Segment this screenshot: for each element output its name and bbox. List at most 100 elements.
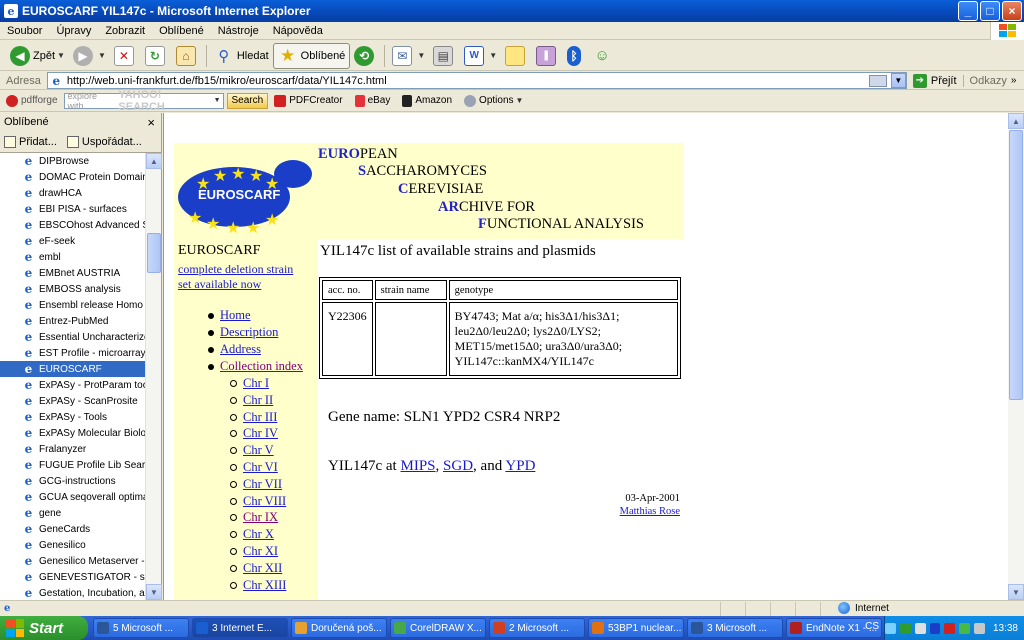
edit-button[interactable]: W ▼ (460, 43, 501, 69)
chromosome-link[interactable]: Chr VII (243, 477, 282, 492)
bluetooth-button[interactable]: ᛒ (563, 43, 588, 69)
favorites-button[interactable]: ★ Oblíbené (272, 42, 351, 69)
address-dropdown-button[interactable]: ▼ (890, 73, 906, 88)
list-item[interactable]: e EUROSCARF (0, 361, 145, 377)
options-button[interactable]: Options ▼ (458, 94, 529, 107)
chromosome-link[interactable]: Chr XII (243, 561, 282, 576)
organize-favorites-button[interactable]: Uspořádat... (66, 135, 142, 148)
page-scrollbar[interactable]: ▲ ▼ (1008, 113, 1024, 600)
yahoo-search-input[interactable]: explore with YAHOO! SEARCH ▼ (63, 89, 224, 113)
nav-description-link[interactable]: Description (220, 325, 278, 340)
list-item[interactable]: e ExPASy - ScanProsite (0, 393, 145, 409)
search-button[interactable]: ⚲ Hledat (210, 43, 273, 69)
list-item[interactable]: e embl (0, 249, 145, 265)
back-button[interactable]: ◀ Zpět ▼ (6, 43, 69, 69)
list-item[interactable]: e gene (0, 505, 145, 521)
scrollbar-thumb[interactable] (1009, 130, 1023, 400)
list-item[interactable]: e ExPASy - ProtParam tool (0, 377, 145, 393)
mail-button[interactable]: ✉ ▼ (388, 43, 429, 69)
menu-nastroje[interactable]: Nástroje (211, 25, 266, 37)
tray-bluetooth-icon[interactable] (929, 622, 941, 634)
menu-zobrazit[interactable]: Zobrazit (98, 25, 152, 37)
list-item[interactable]: eGENEVESTIGATOR - shap... (0, 569, 145, 585)
close-panel-icon[interactable]: × (147, 115, 155, 130)
menu-napoveda[interactable]: Nápověda (266, 25, 330, 37)
refresh-button[interactable]: ↻ (141, 43, 172, 69)
chromosome-link[interactable]: Chr I (243, 376, 269, 391)
taskbar-button[interactable]: 3 Internet E... (192, 618, 288, 638)
tray-antivirus-icon[interactable] (944, 622, 956, 634)
scroll-up-button[interactable]: ▲ (1008, 113, 1024, 129)
messenger-button[interactable]: ☺ (588, 43, 619, 69)
chromosome-link[interactable]: Chr XIII (243, 578, 286, 593)
ypd-link[interactable]: YPD (505, 458, 535, 474)
list-item[interactable]: e Genesilico (0, 537, 145, 553)
ebay-button[interactable]: eBay (349, 94, 397, 107)
list-item[interactable]: eDOMAC Protein Domain P... (0, 169, 145, 185)
list-item[interactable]: e GCUA seqoverall optimal (0, 489, 145, 505)
clock[interactable]: 13:38 (993, 623, 1018, 634)
taskbar-button[interactable]: 3 Microsoft ... (687, 618, 783, 638)
add-favorite-button[interactable]: Přidat... (4, 135, 57, 148)
maximize-button[interactable]: □ (980, 1, 1000, 21)
chromosome-link[interactable]: Chr III (243, 410, 277, 425)
list-item[interactable]: eEnsembl release Homo sa... (0, 297, 145, 313)
scrollbar-thumb[interactable] (147, 233, 161, 273)
home-button[interactable]: ⌂ (172, 43, 203, 69)
nav-address-link[interactable]: Address (220, 342, 261, 357)
start-button[interactable]: Start (0, 616, 88, 640)
favorites-scrollbar[interactable]: ▲ ▼ (145, 153, 162, 600)
taskbar-button[interactable]: 5 Microsoft ... (93, 618, 189, 638)
taskbar-button[interactable]: CorelDRAW X... (390, 618, 486, 638)
list-item[interactable]: e eF-seek (0, 233, 145, 249)
tray-app-icon[interactable] (974, 622, 985, 634)
deletion-set-link[interactable]: complete deletion strain (178, 262, 293, 277)
chromosome-link[interactable]: Chr IX (243, 510, 278, 525)
scroll-down-button[interactable]: ▼ (146, 584, 162, 600)
list-item[interactable]: eGenesilico Metaserver - m... (0, 553, 145, 569)
list-item[interactable]: e ExPASy - Tools (0, 409, 145, 425)
links-button[interactable]: Odkazy (962, 74, 1007, 87)
chromosome-link[interactable]: Chr V (243, 443, 274, 458)
chromosome-link[interactable]: Chr VI (243, 460, 278, 475)
chromosome-link[interactable]: Chr X (243, 527, 274, 542)
deletion-set-link-2[interactable]: set available now (178, 277, 261, 292)
address-input[interactable]: e http://web.uni-frankfurt.de/fb15/mikro… (46, 72, 907, 89)
scroll-up-button[interactable]: ▲ (146, 153, 162, 169)
chromosome-link[interactable]: Chr XI (243, 544, 278, 559)
list-item[interactable]: e Fralanyzer (0, 441, 145, 457)
list-item[interactable]: eGestation, Incubation, an... (0, 585, 145, 600)
nav-collection-index-link[interactable]: Collection index (220, 359, 303, 374)
tray-security-icon[interactable] (899, 622, 911, 634)
taskbar-button[interactable]: 53BP1 nuclear... (588, 618, 684, 638)
pdfcreator-button[interactable]: PDFCreator (268, 94, 348, 107)
tray-network-icon[interactable] (884, 622, 896, 634)
chevron-down-icon[interactable]: ▼ (214, 97, 223, 104)
chromosome-link[interactable]: Chr VIII (243, 494, 286, 509)
language-indicator[interactable]: CS (865, 621, 879, 632)
taskbar-button[interactable]: Doručená poš... (291, 618, 387, 638)
list-item[interactable]: eEBSCOhost Advanced Se... (0, 217, 145, 233)
history-button[interactable]: ⟲ (350, 43, 381, 69)
yahoo-search-button[interactable]: Search (226, 92, 269, 109)
chevron-right-icon[interactable]: » (1007, 75, 1017, 86)
list-item[interactable]: e Entrez-PubMed (0, 313, 145, 329)
list-item[interactable]: e drawHCA (0, 185, 145, 201)
go-button[interactable]: ➔ Přejít (907, 73, 963, 88)
list-item[interactable]: eEssential Uncharacterized... (0, 329, 145, 345)
menu-oblibene[interactable]: Oblíbené (152, 25, 211, 37)
stop-button[interactable]: ✕ (110, 43, 141, 69)
list-item[interactable]: e EST Profile - microarray (0, 345, 145, 361)
list-item[interactable]: e EMBnet AUSTRIA (0, 265, 145, 281)
chromosome-link[interactable]: Chr II (243, 393, 273, 408)
list-item[interactable]: e EBI PISA - surfaces (0, 201, 145, 217)
close-button[interactable]: × (1002, 1, 1022, 21)
list-item[interactable]: e GeneCards (0, 521, 145, 537)
menu-soubor[interactable]: Soubor (0, 25, 49, 37)
sgd-link[interactable]: SGD (443, 458, 473, 474)
tray-volume-icon[interactable] (914, 622, 926, 634)
amazon-button[interactable]: Amazon (396, 94, 458, 107)
forward-button[interactable]: ▶ ▼ (69, 43, 110, 69)
chromosome-link[interactable]: Chr IV (243, 426, 278, 441)
taskbar-button[interactable]: 2 Microsoft ... (489, 618, 585, 638)
